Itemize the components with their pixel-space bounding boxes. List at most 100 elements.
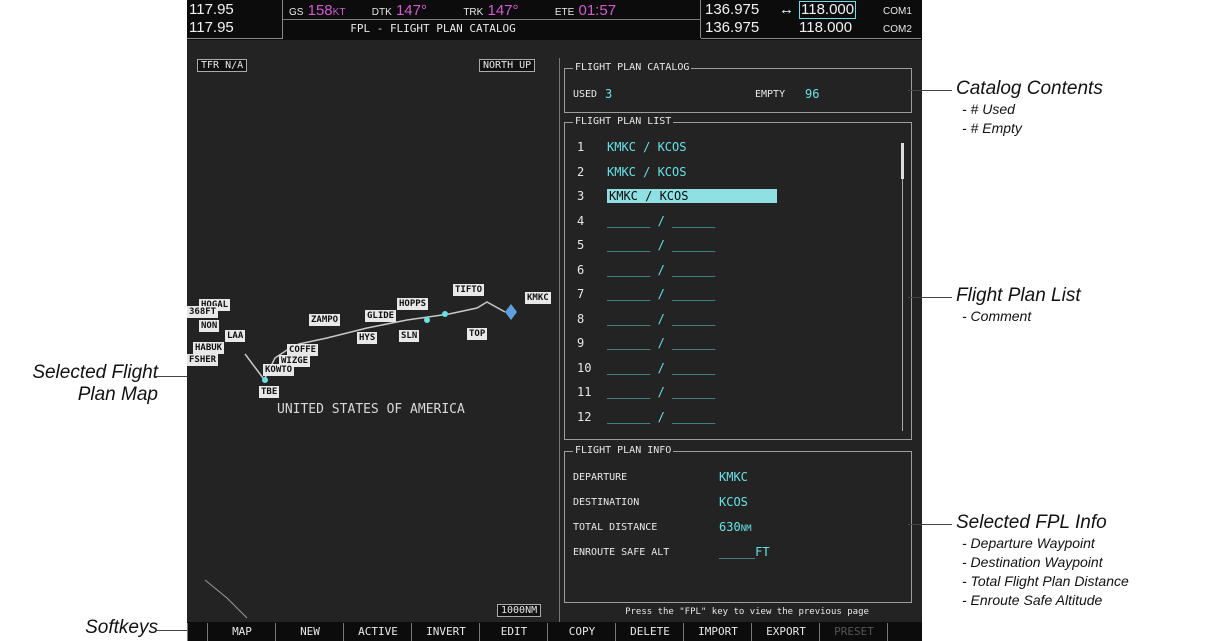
departure-label: DEPARTURE [573, 472, 628, 483]
row-number: 10 [577, 360, 592, 375]
waypoint-laa[interactable]: LAA [225, 330, 246, 342]
callout-list-title: Flight Plan List [956, 285, 1081, 306]
callout-map-title: Plan Map [77, 384, 158, 405]
callout-info-item: - Total Flight Plan Distance [962, 573, 1129, 589]
tfr-status: TFR N/A [197, 59, 248, 72]
com1-active-frequency: 118.000 [799, 1, 857, 19]
row-route: ______ / ______ [607, 287, 716, 301]
waypoint-glide[interactable]: GLIDE [365, 310, 397, 322]
waypoint-tifto[interactable]: TIFTO [453, 284, 485, 296]
prompt-text: Press the "FPL" key to view the previous… [625, 607, 869, 617]
ete-value: 01:57 [578, 2, 617, 19]
row-number: 8 [577, 311, 585, 326]
waypoint-368ft[interactable]: 368FT [187, 306, 219, 318]
trk-value: 147° [487, 2, 519, 19]
callout-info-title: Selected FPL Info [956, 512, 1107, 533]
waypoint-kmkc[interactable]: KMKC [525, 292, 551, 304]
swap-arrow-icon[interactable]: ↔ [779, 1, 794, 18]
list-scroll-thumb[interactable] [901, 143, 904, 179]
row-route: ______ / ______ [607, 262, 716, 277]
softkey-blank-1[interactable] [187, 623, 208, 641]
callout-softkeys: Softkeys [0, 617, 158, 639]
nav-frequency-box[interactable]: 117.95 117.95 [187, 0, 283, 39]
row-number: 3 [577, 189, 585, 203]
total-distance-unit: NM [740, 524, 752, 534]
waypoint-tbe[interactable]: TBE [259, 386, 280, 398]
flight-plan-map[interactable]: GLIDE ZAMPO HOGAL 368FT NON LAA HABUK FS… [187, 58, 557, 623]
callout-map-title: Selected Flight [32, 362, 158, 383]
row-route: ______ / ______ [607, 213, 716, 228]
row-number: 2 [577, 164, 585, 179]
softkey-active[interactable]: ACTIVE [343, 623, 412, 641]
softkey-new[interactable]: NEW [275, 623, 344, 641]
callout-catalog-title: Catalog Contents [956, 78, 1103, 99]
row-number: 11 [577, 385, 592, 399]
waypoint-hopps[interactable]: HOPPS [397, 298, 429, 310]
dtk-value: 147° [395, 2, 427, 19]
callout-selected-fpl-info: Selected FPL Info - Departure Waypoint -… [956, 512, 1129, 610]
softkey-export[interactable]: EXPORT [751, 623, 820, 641]
destination-value: KCOS [719, 495, 748, 509]
row-number: 9 [577, 336, 585, 350]
top-bar: 117.95 117.95 GS 158KT DTK 147° TRK 147°… [187, 0, 922, 40]
gs-value: 158 [307, 2, 333, 19]
row-route: ______ / ______ [607, 311, 716, 326]
waypoint-top[interactable]: TOP [467, 328, 488, 340]
destination-label: DESTINATION [573, 497, 640, 508]
gs-unit: KT [332, 7, 346, 18]
waypoint-non[interactable]: NON [199, 320, 220, 332]
callout-catalog-item: - # Used [962, 101, 1015, 117]
trk-label: TRK [463, 7, 484, 18]
total-distance-value: 630 [719, 520, 741, 534]
row-route: ______ / ______ [607, 385, 716, 399]
softkey-map[interactable]: MAP [207, 623, 276, 641]
row-route-selected: KMKC / KCOS [607, 189, 777, 203]
row-number: 5 [577, 238, 585, 252]
row-number: 1 [577, 140, 585, 154]
map-range[interactable]: 1000NM [497, 604, 542, 617]
com-frequency-box[interactable]: 136.975 ↔ 118.000 COM1 136.975 118.000 C… [701, 0, 921, 39]
info-title: FLIGHT PLAN INFO [573, 445, 674, 456]
softkey-import[interactable]: IMPORT [683, 623, 752, 641]
callout-list-item: - Comment [962, 308, 1032, 324]
empty-label: EMPTY [755, 89, 786, 100]
row-route: ______ / ______ [607, 336, 716, 350]
com1-standby-frequency: 136.975 [705, 1, 760, 18]
waypoint-fshen[interactable]: FSHER [187, 354, 219, 366]
callout-catalog-contents: Catalog Contents - # Used - # Empty [956, 78, 1103, 138]
row-number: 7 [577, 287, 585, 301]
callout-catalog-item: - # Empty [962, 120, 1022, 136]
list-scrollbar[interactable] [902, 143, 903, 431]
used-label: USED [573, 89, 598, 100]
row-number: 12 [577, 409, 592, 424]
softkey-invert[interactable]: INVERT [411, 623, 480, 641]
com2-standby-frequency: 136.975 [705, 19, 760, 36]
softkey-preset[interactable]: PRESET [819, 623, 888, 641]
total-distance-label: TOTAL DISTANCE [573, 522, 658, 533]
country-label: UNITED STATES OF AMERICA [277, 402, 465, 417]
softkey-blank-2[interactable] [887, 623, 933, 641]
departure-value: KMKC [719, 470, 748, 484]
waypoint-zampo[interactable]: ZAMPO [309, 314, 341, 326]
softkey-edit[interactable]: EDIT [479, 623, 548, 641]
flight-plan-info-box: FLIGHT PLAN INFO DEPARTURE KMKC DESTINAT… [564, 445, 912, 603]
callout-info-item: - Destination Waypoint [962, 554, 1103, 570]
waypoint-sln[interactable]: SLN [399, 330, 420, 342]
com2-label: COM2 [883, 24, 912, 35]
row-route: ______ / ______ [607, 360, 716, 375]
map-orientation[interactable]: NORTH UP [479, 59, 536, 72]
row-number: 4 [577, 213, 585, 228]
used-value: 3 [605, 87, 613, 101]
waypoint-habuk[interactable]: HABUK [193, 342, 225, 354]
waypoint-hys[interactable]: HYS [357, 332, 378, 344]
softkey-copy[interactable]: COPY [547, 623, 616, 641]
softkey-delete[interactable]: DELETE [615, 623, 684, 641]
gs-label: GS [289, 7, 304, 18]
row-route: KMKC / KCOS [607, 140, 687, 154]
waypoint-kowto[interactable]: KOWTO [263, 364, 295, 376]
com2-active-frequency: 118.000 [799, 19, 853, 36]
dtk-label: DTK [371, 7, 392, 18]
callout-selected-flight-plan-map: Selected Flight Plan Map [0, 362, 158, 406]
nav-active-frequency: 117.95 [189, 1, 234, 18]
callout-flight-plan-list: Flight Plan List - Comment [956, 285, 1081, 326]
